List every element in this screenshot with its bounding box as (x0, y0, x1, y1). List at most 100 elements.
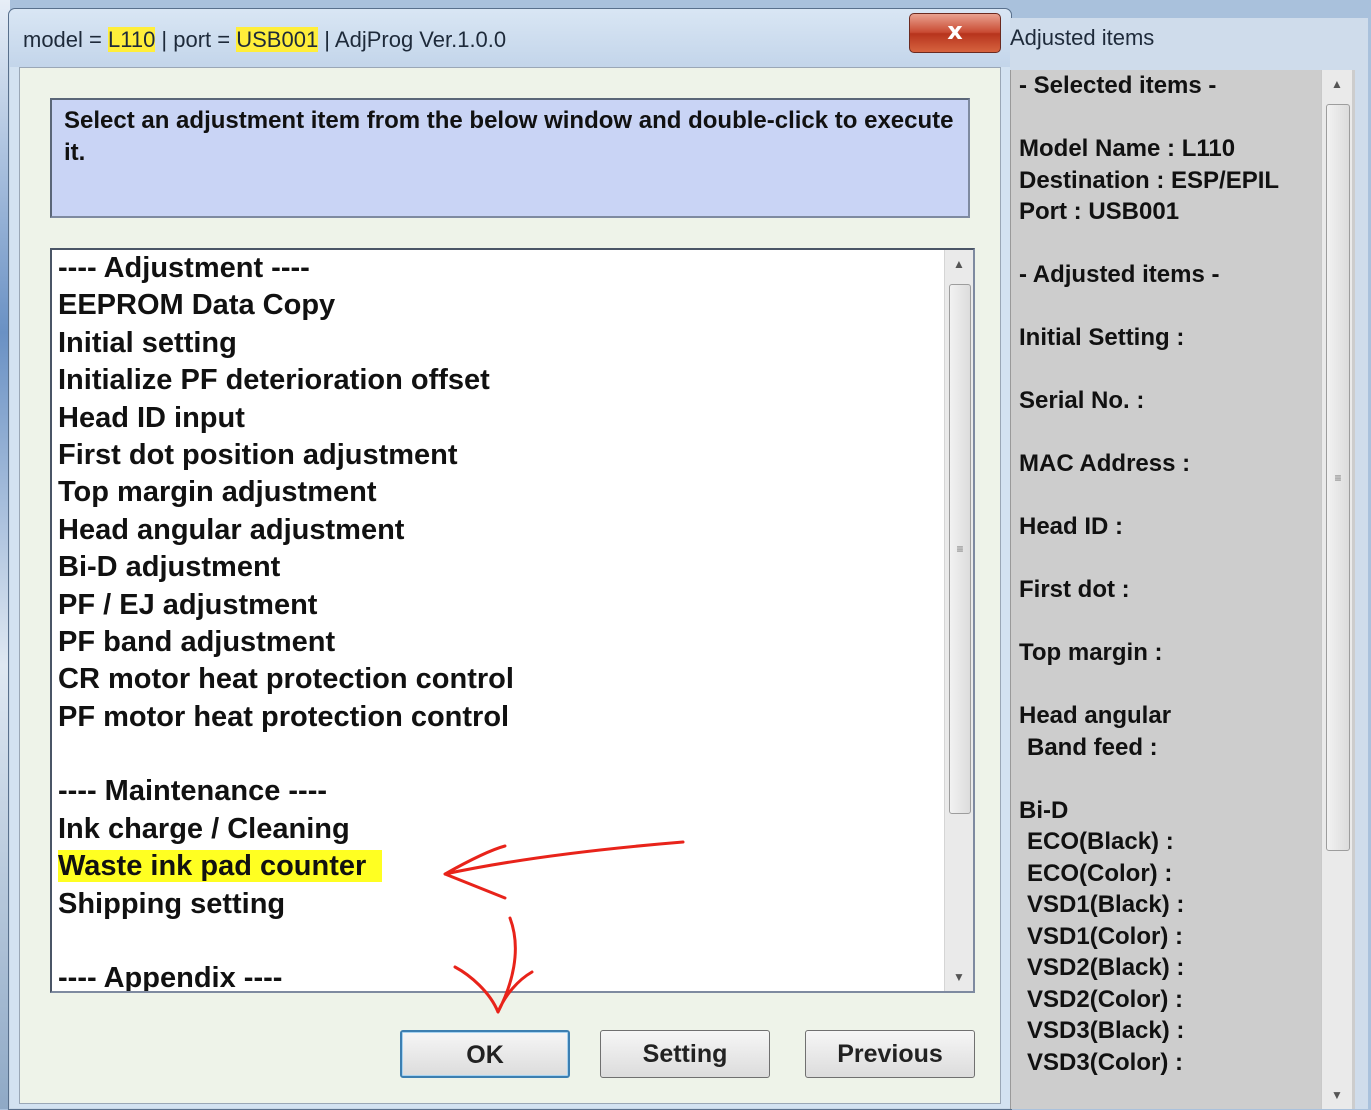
list-item[interactable]: Shipping setting (58, 886, 938, 923)
side-line: VSD3(Black) : (1027, 1017, 1185, 1044)
list-scrollbar[interactable]: ▲ ≡ ▼ (944, 250, 973, 991)
list-item[interactable]: Head ID input (58, 400, 938, 437)
side-line: Band feed : (1027, 733, 1158, 761)
title-port-label: | port = (155, 27, 237, 52)
adjusted-items-text: - Selected items - Model Name : L110 Desti… (1019, 70, 1319, 1078)
side-line: Head ID : (1019, 513, 1124, 540)
side-section-header: - Adjusted items - (1019, 261, 1220, 288)
list-item-label: CR motor heat protection control (58, 663, 514, 696)
list-item-label: PF motor heat protection control (58, 700, 510, 733)
list-item[interactable]: PF motor heat protection control (58, 699, 938, 736)
side-line: Bi-D (1019, 796, 1069, 824)
side-spacer (1019, 291, 1319, 323)
side-spacer (1019, 543, 1319, 575)
side-line: MAC Address : (1019, 450, 1191, 477)
list-item[interactable]: First dot position adjustment (58, 437, 938, 474)
side-line: Top margin : (1019, 639, 1163, 666)
side-spacer (1019, 669, 1319, 701)
side-section-header: - Selected items - (1019, 72, 1217, 99)
side-spacer (1019, 102, 1319, 134)
list-item[interactable]: Initialize PF deterioration offset (58, 362, 938, 399)
side-line: VSD3(Color) : (1027, 1048, 1183, 1076)
list-item[interactable]: PF / EJ adjustment (58, 587, 938, 624)
side-spacer (1019, 480, 1319, 512)
setting-button[interactable]: Setting (600, 1030, 770, 1078)
list-item[interactable]: Initial setting (58, 325, 938, 362)
list-item[interactable]: Top margin adjustment (58, 474, 938, 511)
list-item-label: ---- Adjustment ---- (58, 252, 310, 284)
list-item-label: ---- Maintenance ---- (58, 775, 328, 808)
list-item[interactable]: Head angular adjustment (58, 512, 938, 549)
side-scroll-up-arrow-icon[interactable]: ▲ (1322, 70, 1352, 98)
side-line: VSD1(Black) : (1027, 891, 1185, 918)
list-item[interactable]: EEPROM Data Copy (58, 287, 938, 324)
side-spacer (1019, 354, 1319, 386)
list-item[interactable]: Ink charge / Cleaning (58, 811, 938, 848)
list-item-label: Waste ink pad counter (58, 850, 383, 883)
instruction-text: Select an adjustment item from the below… (50, 98, 970, 218)
side-scrollbar[interactable]: ▲ ≡ ▼ (1321, 70, 1352, 1109)
title-bar[interactable]: model = L110 | port = USB001 | AdjProg V… (9, 9, 1011, 67)
side-line: VSD2(Black) : (1027, 954, 1185, 981)
title-model-value: L110 (108, 27, 156, 52)
list-item-label: PF band adjustment (58, 625, 336, 658)
list-section-header: ---- Adjustment ---- (58, 250, 938, 287)
scroll-up-arrow-icon[interactable]: ▲ (945, 250, 973, 278)
side-spacer (1019, 228, 1319, 260)
list-item[interactable]: Bi-D adjustment (58, 549, 938, 586)
side-line: VSD1(Color) : (1027, 922, 1183, 950)
list-item-label: Initialize PF deterioration offset (58, 364, 490, 397)
close-button[interactable]: x (909, 13, 1001, 53)
side-line: Head angular (1019, 702, 1172, 729)
list-item-label: EEPROM Data Copy (58, 289, 336, 322)
adjprog-dialog: model = L110 | port = USB001 | AdjProg V… (8, 8, 1012, 1110)
window-title: model = L110 | port = USB001 | AdjProg V… (23, 27, 506, 53)
adjusted-items-window: Adjusted items - Selected items - Model N… (1010, 18, 1368, 1109)
list-item-label: Top margin adjustment (58, 476, 377, 509)
adjustment-item-list[interactable]: ---- Adjustment ---- EEPROM Data Copy Init… (50, 248, 975, 993)
side-line: Model Name : L110 (1019, 135, 1236, 162)
side-line: Serial No. : (1019, 387, 1145, 414)
list-item-label: PF / EJ adjustment (58, 588, 318, 621)
list-items: ---- Adjustment ---- EEPROM Data Copy Init… (58, 250, 938, 993)
scroll-grip-icon: ≡ (956, 542, 964, 556)
list-item-label: Shipping setting (58, 887, 286, 920)
side-scrollbar-thumb[interactable]: ≡ (1326, 104, 1350, 851)
list-item-label: Head angular adjustment (58, 513, 405, 546)
side-line: ECO(Black) : (1027, 828, 1174, 855)
side-line: VSD2(Color) : (1027, 985, 1183, 1013)
side-scroll-grip-icon: ≡ (1334, 470, 1342, 485)
list-section-header: ---- Maintenance ---- (58, 773, 938, 810)
adjusted-items-panel[interactable]: - Selected items - Model Name : L110 Desti… (1010, 70, 1355, 1109)
list-item[interactable]: CR motor heat protection control (58, 661, 938, 698)
list-section-header: ---- Appendix ---- (58, 960, 938, 993)
side-line: Port : USB001 (1019, 198, 1180, 225)
scrollbar-thumb[interactable]: ≡ (949, 284, 971, 814)
side-line: Destination : ESP/EPIL (1019, 166, 1280, 194)
close-icon: x (947, 17, 963, 45)
side-line: ECO(Color) : (1027, 859, 1173, 887)
title-model-label: model = (23, 27, 108, 52)
list-item-label: Ink charge / Cleaning (58, 812, 350, 845)
previous-button[interactable]: Previous (805, 1030, 975, 1078)
list-item[interactable]: Waste ink pad counter (58, 848, 938, 885)
list-item-label: Initial setting (58, 326, 237, 359)
list-item-label: Head ID input (58, 401, 245, 434)
list-item-label: Bi-D adjustment (58, 551, 281, 584)
list-item-label: First dot position adjustment (58, 438, 458, 471)
side-spacer (1019, 417, 1319, 449)
side-line: Initial Setting : (1019, 324, 1185, 351)
side-line: First dot : (1019, 576, 1130, 603)
ok-button[interactable]: OK (400, 1030, 570, 1078)
dialog-client-area: Select an adjustment item from the below… (19, 67, 1001, 1104)
side-spacer (1019, 763, 1319, 795)
scroll-down-arrow-icon[interactable]: ▼ (945, 963, 973, 991)
title-version: | AdjProg Ver.1.0.0 (318, 27, 507, 52)
side-scroll-down-arrow-icon[interactable]: ▼ (1322, 1081, 1352, 1109)
side-window-title: Adjusted items (1010, 25, 1155, 50)
list-item-label: ---- Appendix ---- (58, 962, 283, 993)
list-item[interactable]: PF band adjustment (58, 624, 938, 661)
title-port-value: USB001 (236, 27, 319, 52)
